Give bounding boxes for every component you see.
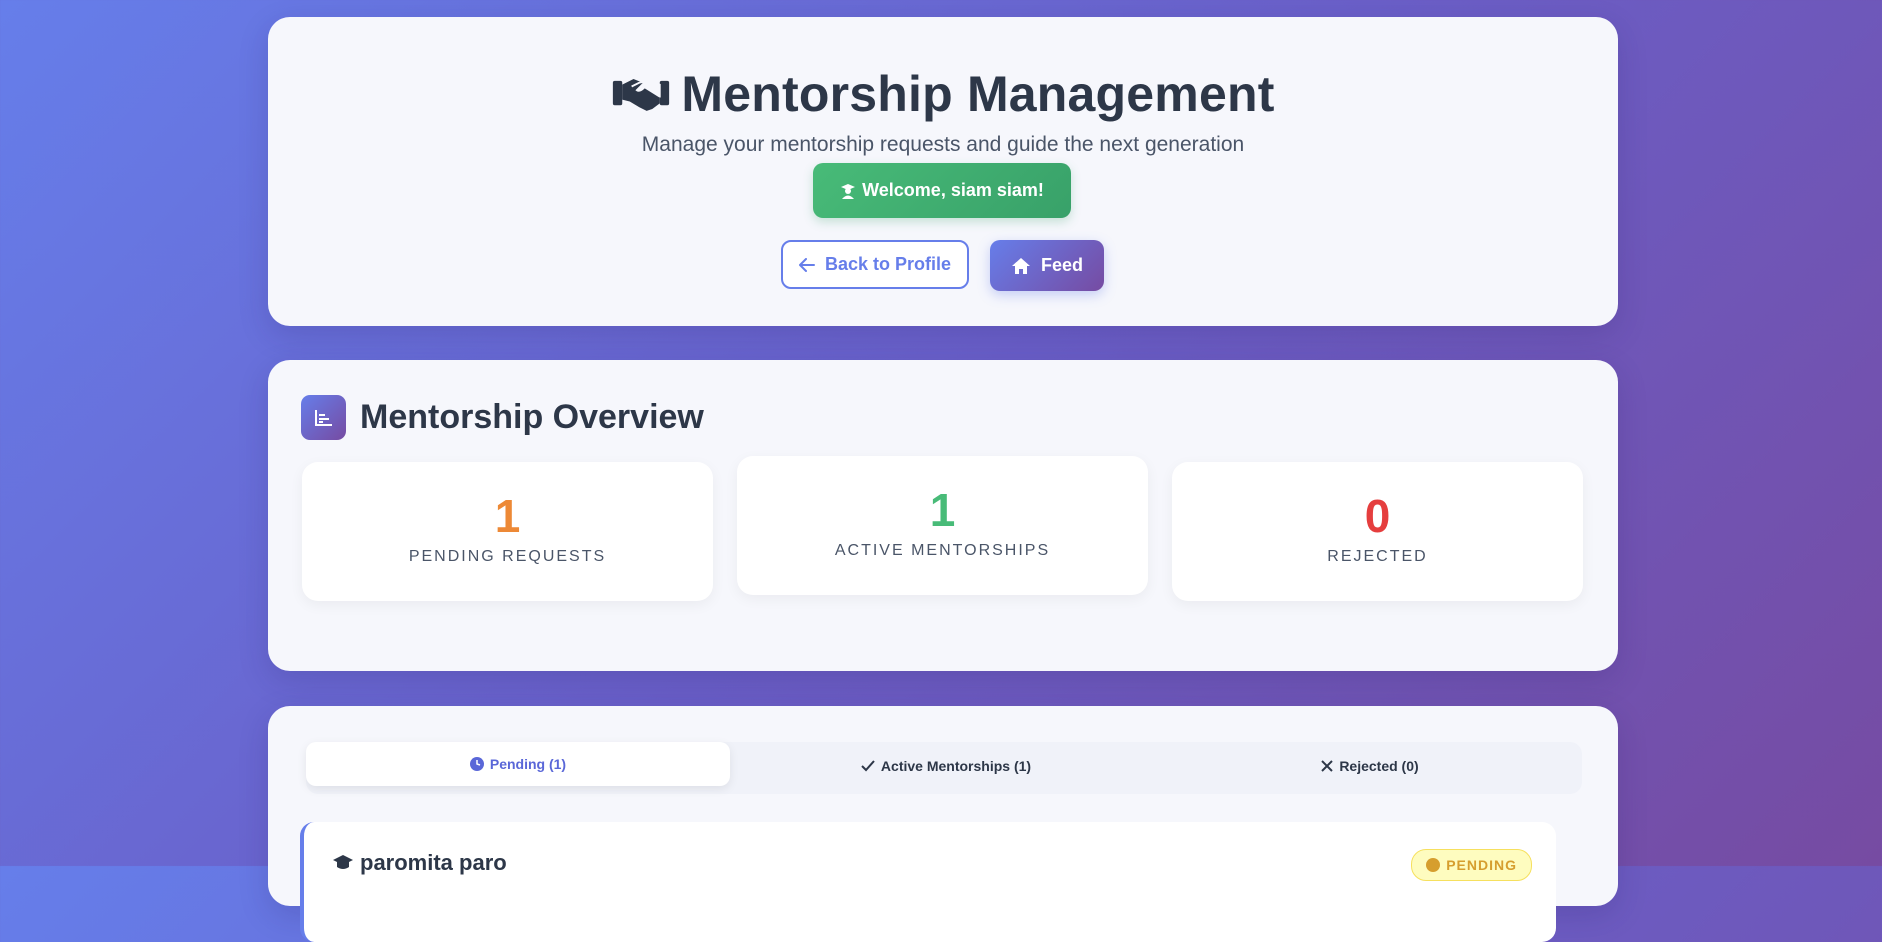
overview-title: Mentorship Overview (360, 398, 704, 436)
tab-rejected-label: Rejected (0) (1339, 758, 1419, 774)
feed-label: Feed (1040, 255, 1083, 275)
stat-pending-value: 1 (494, 490, 521, 542)
request-name: paromita paro (332, 850, 507, 876)
title-row: Mentorship Management (268, 65, 1618, 123)
stat-active-label: ACTIVE MENTORSHIPS (834, 542, 1051, 559)
requests-card: Pending (1) Active Mentorships (1) Rejec… (268, 706, 1618, 942)
home-icon (1011, 257, 1030, 274)
check-icon (861, 760, 875, 772)
welcome-text: Welcome, siam siam! (862, 180, 1044, 200)
welcome-badge: Welcome, siam siam! (813, 163, 1071, 218)
clock-icon (469, 757, 484, 771)
tab-active-label: Active Mentorships (1) (880, 758, 1032, 774)
chart-icon (301, 395, 346, 440)
tab-active[interactable]: Active Mentorships (1) (734, 744, 1158, 788)
info-icon (1426, 858, 1441, 872)
tab-pending[interactable]: Pending (1) (306, 742, 730, 786)
stat-active-value: 1 (929, 484, 956, 536)
overview-header: Mentorship Overview (301, 395, 704, 440)
request-item: paromita paro PENDING (300, 822, 1556, 942)
tab-pending-label: Pending (1) (489, 756, 567, 772)
stat-rejected: 0 REJECTED (1172, 462, 1583, 601)
stat-rejected-value: 0 (1364, 490, 1391, 542)
stat-active: 1 ACTIVE MENTORSHIPS (737, 456, 1148, 595)
overview-card: Mentorship Overview 1 PENDING REQUESTS 1… (268, 360, 1618, 671)
back-to-profile-button[interactable]: Back to Profile (781, 240, 969, 289)
tab-rejected[interactable]: Rejected (0) (1158, 744, 1582, 788)
graduate-user-icon (841, 183, 856, 199)
page-title: Mentorship Management (681, 66, 1275, 122)
feed-button[interactable]: Feed (990, 240, 1104, 291)
request-name-text: paromita paro (360, 850, 507, 875)
stat-rejected-label: REJECTED (1327, 548, 1428, 565)
arrow-left-icon (798, 257, 815, 272)
status-badge-text: PENDING (1446, 857, 1517, 873)
back-to-profile-label: Back to Profile (824, 254, 952, 274)
stat-pending: 1 PENDING REQUESTS (302, 462, 713, 601)
graduation-cap-icon (333, 855, 353, 869)
handshake-icon (613, 79, 670, 111)
header-card: Mentorship Management Manage your mentor… (268, 17, 1618, 326)
tab-bar: Pending (1) Active Mentorships (1) Rejec… (306, 742, 1582, 794)
status-badge: PENDING (1411, 849, 1532, 881)
page-subtitle: Manage your mentorship requests and guid… (641, 133, 1245, 156)
close-icon (1321, 760, 1334, 772)
stat-pending-label: PENDING REQUESTS (408, 548, 607, 565)
